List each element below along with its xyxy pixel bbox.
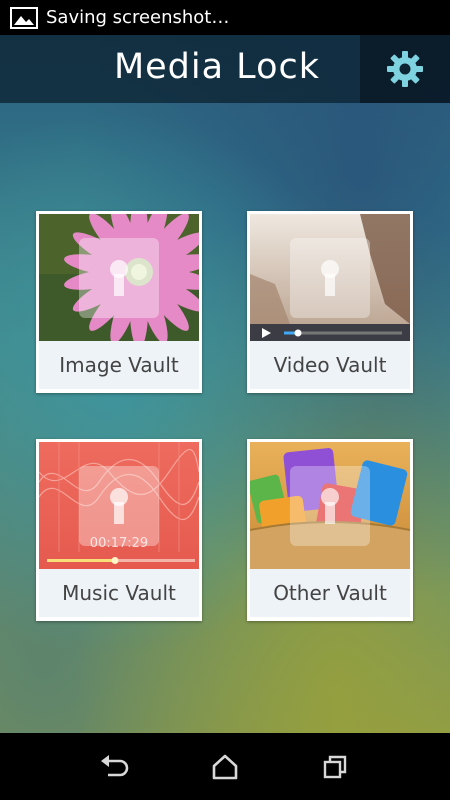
video-lock-image	[250, 214, 410, 341]
files-lock-image	[250, 442, 410, 569]
flower-lock-image	[39, 214, 199, 341]
video-vault-tile[interactable]: Video Vault	[247, 211, 413, 393]
app-title: Media Lock	[113, 47, 320, 87]
recents-button[interactable]	[315, 747, 355, 787]
tile-label: Other Vault	[250, 569, 410, 617]
home-button[interactable]	[205, 747, 245, 787]
settings-button[interactable]	[360, 35, 450, 103]
tile-label: Image Vault	[39, 341, 199, 389]
tile-label: Video Vault	[250, 341, 410, 389]
gear-icon	[387, 51, 423, 87]
action-bar: Media Lock	[0, 35, 450, 103]
tile-label: Music Vault	[39, 569, 199, 617]
home-icon	[212, 754, 238, 779]
navigation-bar	[0, 733, 450, 800]
image-icon	[10, 6, 38, 29]
back-icon	[101, 754, 129, 776]
music-lock-image: 00:17:29	[39, 442, 199, 569]
status-bar: Saving screenshot…	[0, 0, 450, 35]
status-text: Saving screenshot…	[46, 7, 230, 28]
music-vault-tile[interactable]: 00:17:29 Music Vault	[36, 439, 202, 621]
back-button[interactable]	[95, 747, 135, 787]
other-vault-tile[interactable]: Other Vault	[247, 439, 413, 621]
music-time: 00:17:29	[89, 536, 149, 551]
image-vault-tile[interactable]: Image Vault	[36, 211, 202, 393]
recents-icon	[323, 755, 347, 778]
